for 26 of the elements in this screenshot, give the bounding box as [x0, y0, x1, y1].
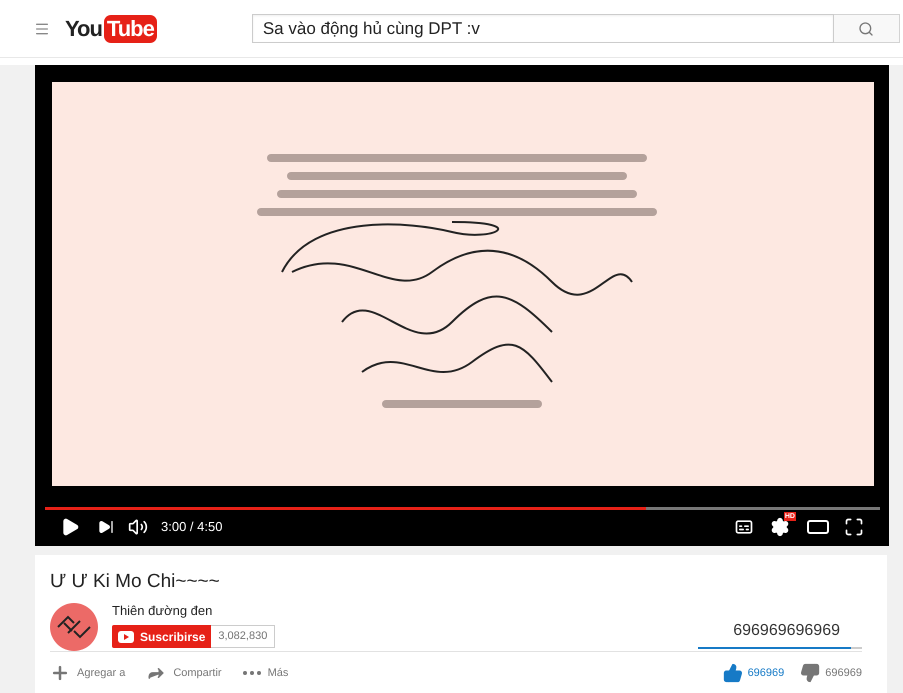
subscribe-button[interactable]: Suscribirse	[112, 625, 212, 648]
dislike-button[interactable]: 696969	[800, 663, 862, 683]
search-icon	[858, 20, 874, 36]
action-button[interactable]: Compartir	[146, 663, 222, 683]
subscriber-count: 3,082,830	[211, 625, 276, 648]
fullscreen-icon[interactable]	[844, 517, 864, 537]
more-icon	[242, 671, 261, 675]
search-field[interactable]: Sa vào động hủ cùng DPT :v	[252, 14, 834, 43]
like-button[interactable]: 696969	[722, 663, 784, 683]
channel-name[interactable]: Thiên đường đen	[112, 603, 276, 619]
view-count: 696969696969	[733, 621, 841, 641]
thumbs-down-icon	[800, 663, 820, 683]
action-button[interactable]: Más	[242, 664, 288, 682]
volume-icon[interactable]	[128, 517, 148, 537]
settings-icon[interactable]	[770, 517, 790, 537]
time-display: 3:00 / 4:50	[161, 518, 222, 536]
video-title: Ư Ư Ki Mo Chi~~~~	[50, 570, 221, 594]
progress-track[interactable]	[45, 507, 880, 510]
channel-avatar[interactable]	[50, 603, 98, 651]
search-button[interactable]	[834, 14, 900, 43]
next-icon[interactable]	[98, 519, 114, 535]
play-logo-icon	[118, 630, 134, 642]
action-button[interactable]: Agregar a	[50, 663, 126, 683]
plus-icon	[50, 663, 70, 683]
menu-icon[interactable]	[34, 20, 50, 36]
thumbs-up-icon	[722, 663, 743, 683]
